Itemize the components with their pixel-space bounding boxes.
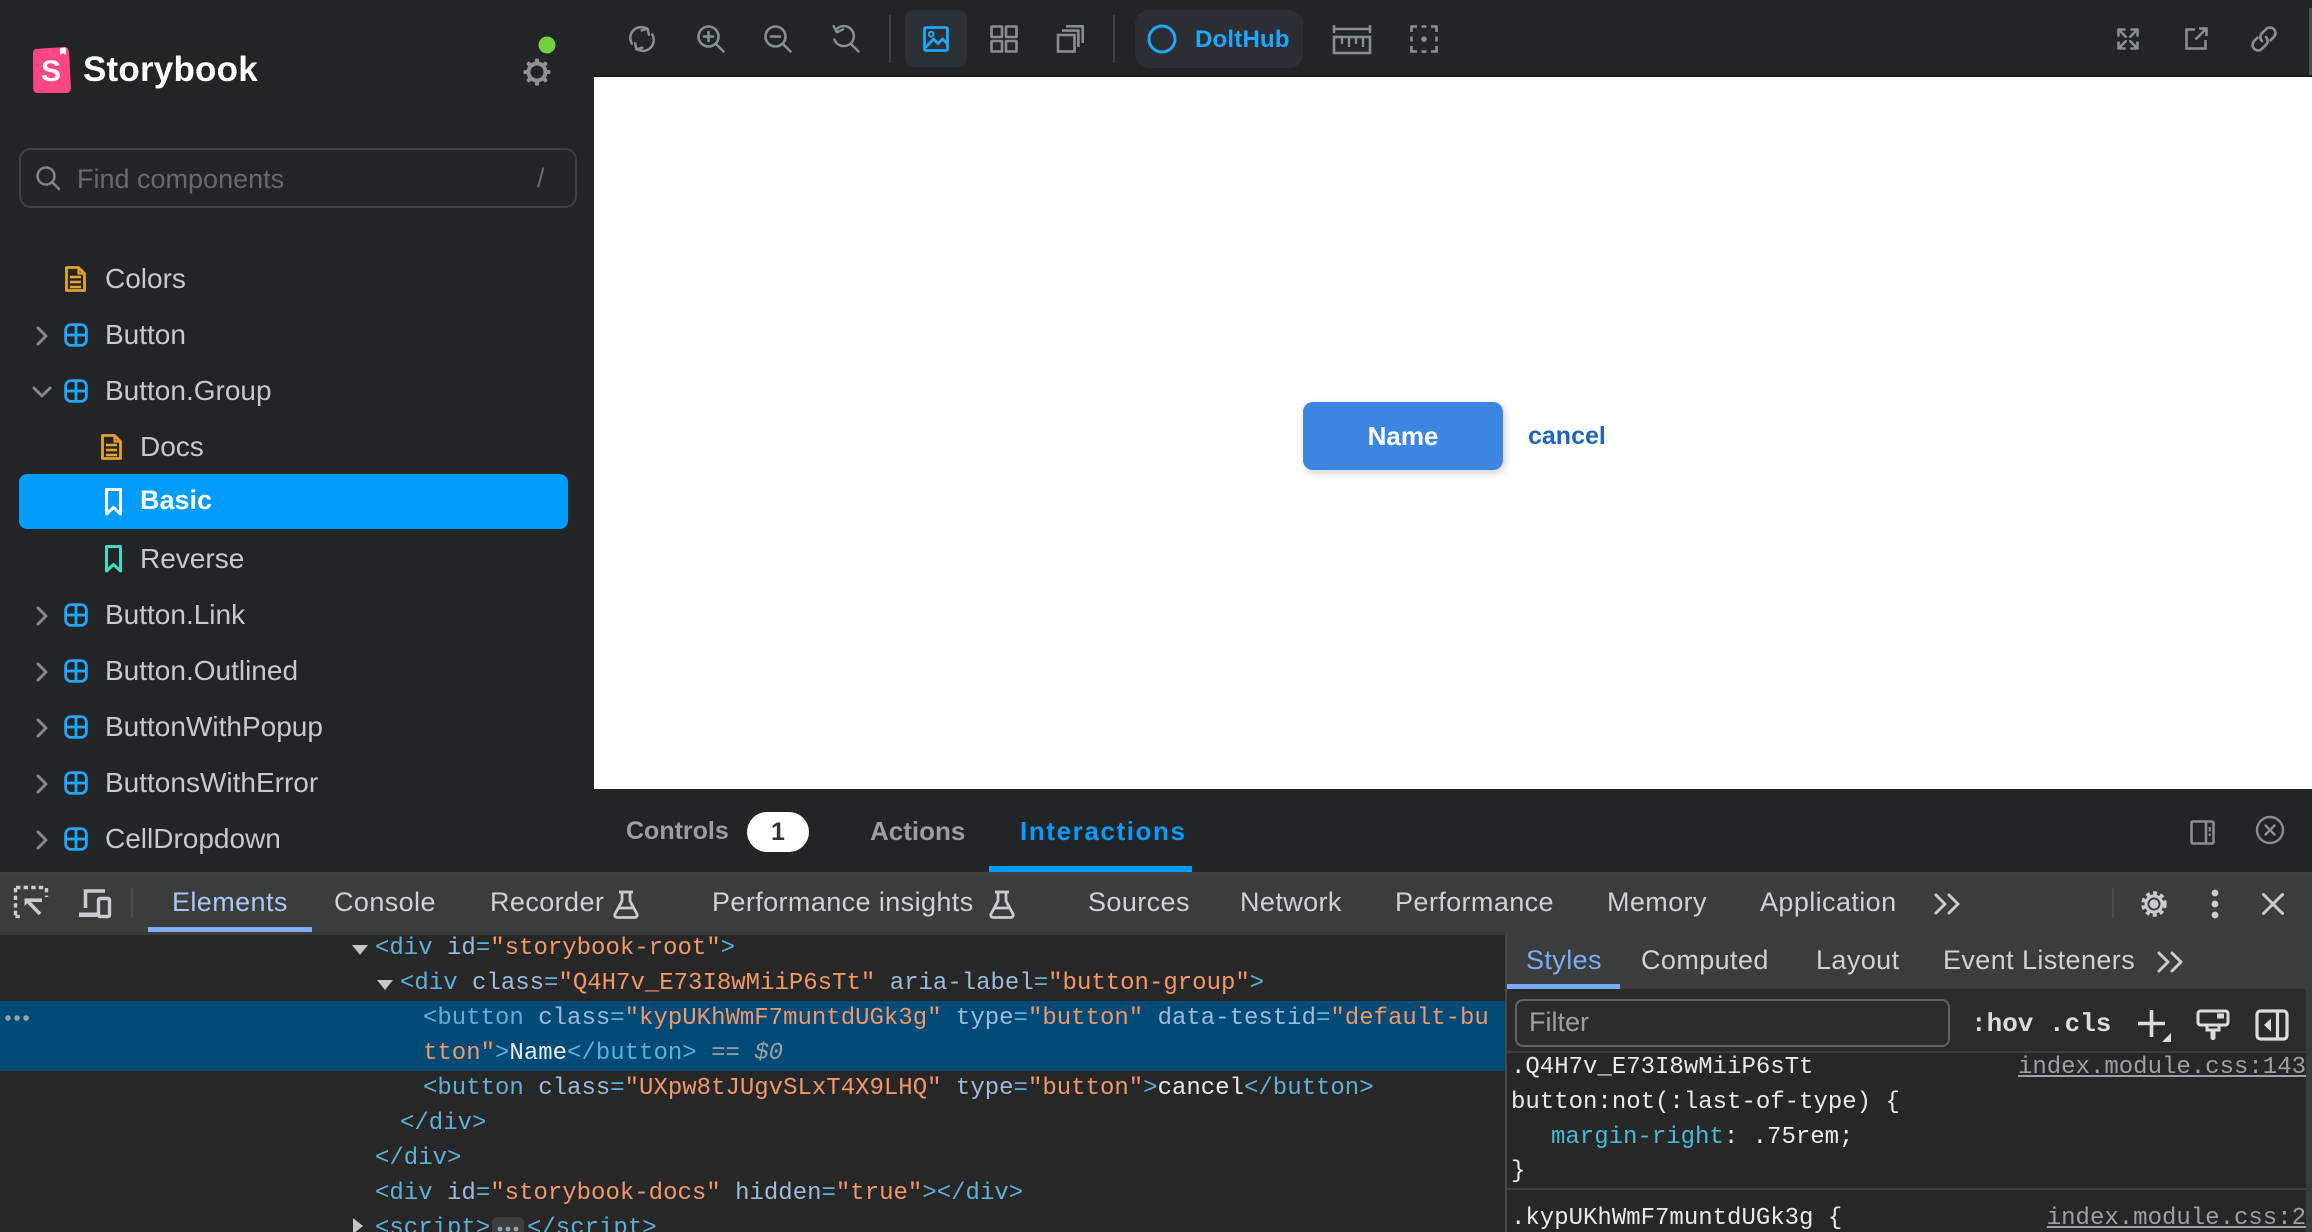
svg-text:S: S (41, 55, 61, 88)
